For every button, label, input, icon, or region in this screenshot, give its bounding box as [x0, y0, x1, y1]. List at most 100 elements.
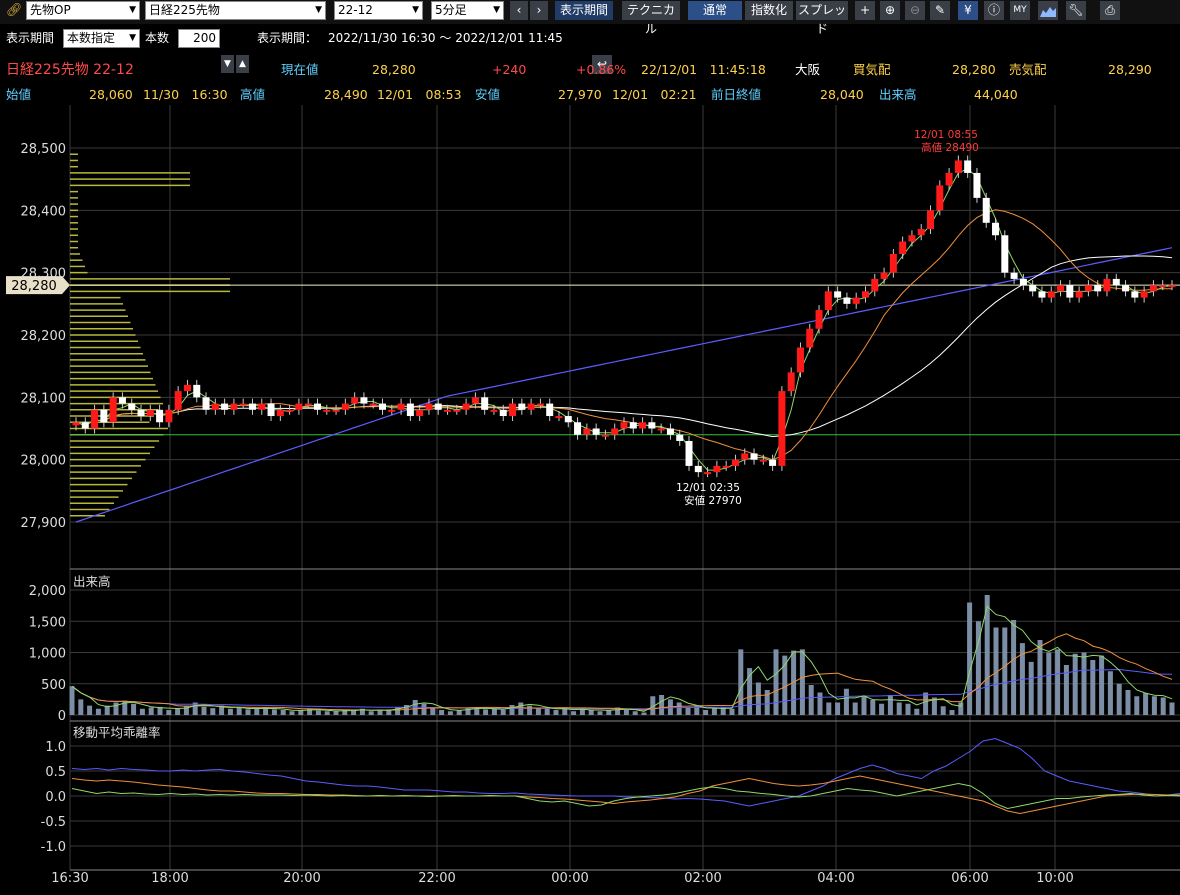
candle-body [889, 253, 897, 273]
candle-body [861, 291, 869, 298]
volume-bar [923, 692, 929, 715]
volume-bar [1099, 655, 1105, 715]
link-icon[interactable]: 🔗︎ [6, 3, 23, 18]
candle-body [267, 403, 275, 417]
volume-bar [835, 702, 841, 715]
yen-icon[interactable]: ¥ [958, 1, 978, 20]
candle-body [834, 291, 842, 298]
volume-bar [870, 700, 876, 715]
candle-body [871, 278, 879, 292]
volume-bar [623, 710, 629, 715]
candle-body [1075, 291, 1083, 298]
my-indicator-icon[interactable]: MY [1010, 1, 1030, 20]
candle-body [481, 397, 489, 410]
volume-bar [905, 703, 911, 715]
chevron-left-icon[interactable]: ‹ [510, 1, 528, 20]
candle-body [193, 384, 201, 398]
count-down-icon[interactable]: ▼ [221, 55, 234, 73]
candle-body [1001, 235, 1009, 273]
pencil-icon[interactable]: ✎ [930, 1, 950, 20]
zoom-in-icon[interactable]: ⊕ [880, 1, 900, 20]
candle-body [657, 428, 665, 431]
volume-bar [553, 710, 559, 715]
price-tick-label: 28,400 [21, 204, 67, 219]
candle-body [1140, 291, 1148, 298]
candle-body [527, 403, 535, 410]
volume-bar [333, 711, 339, 715]
contract-month-select[interactable]: 22-12 ▼ [334, 1, 423, 20]
volume-bar [95, 708, 101, 715]
count-label: 本数 [145, 31, 170, 45]
volume-bar [1143, 693, 1149, 715]
interval-select[interactable]: 5分足 ▼ [431, 1, 504, 20]
volume-bar [711, 708, 717, 715]
normal-button[interactable]: 通常 [688, 1, 742, 20]
candle-body [313, 403, 321, 410]
volume-bar [1028, 661, 1034, 715]
candle-body [815, 310, 823, 329]
volume-bar [201, 706, 207, 715]
candle-body [490, 409, 498, 412]
volume-bar [1107, 671, 1113, 715]
candle-body [787, 372, 795, 392]
chevron-right-icon[interactable]: › [530, 1, 548, 20]
range-label: 表示期間： [257, 31, 318, 45]
volume-tick-label: 0 [58, 709, 66, 724]
volume-bar [491, 708, 497, 715]
volume-bar [78, 699, 84, 715]
volume-bar [1072, 653, 1078, 715]
price-tick-label: 28,000 [21, 454, 67, 469]
instrument-select[interactable]: 日経225先物 ▼ [145, 1, 326, 20]
volume-bar [430, 707, 436, 715]
candle-body [1159, 285, 1167, 288]
period-mode-select[interactable]: 本数指定 ▼ [63, 29, 140, 48]
chart-area[interactable]: 28,280 28,50028,40028,30028,20028,10028,… [0, 100, 1180, 895]
volume-bar [659, 695, 665, 715]
range-value: 2022/11/30 16:30 ～ 2022/12/01 11:45 [328, 31, 563, 45]
candle-body [221, 403, 229, 410]
high-annotation-value: 高値 28490 [921, 141, 979, 154]
count-input[interactable]: 200 [178, 29, 220, 48]
volume-bar [1090, 660, 1096, 715]
deviation-panel-title: 移動平均乖離率 [73, 725, 161, 740]
volume-bar [439, 710, 445, 715]
candle-body [1094, 285, 1102, 292]
candle-body [954, 160, 962, 173]
price-tick-label: 28,300 [21, 267, 67, 282]
ask-value: 28,290 [1108, 62, 1152, 77]
ma-white-line [75, 255, 1173, 438]
count-stepper-icon[interactable]: ▲ [236, 55, 249, 73]
volume-tick-label: 1,000 [29, 647, 66, 662]
spread-button[interactable]: スプレッド [796, 1, 848, 36]
candle-body [1112, 278, 1120, 286]
quote-time: 22/12/01 11:45:18 [641, 62, 766, 77]
candle-body [323, 409, 331, 412]
volume-panel: 出来高 2,000 1,500 1,000 500 0 [29, 574, 1180, 724]
technical-button[interactable]: テクニカル [622, 1, 680, 36]
index-button[interactable]: 指数化 [745, 1, 793, 20]
zoom-out-icon[interactable]: ⊖ [905, 1, 925, 20]
crosshair-icon[interactable]: + [855, 1, 875, 20]
product-type-select[interactable]: 先物OP ▼ [26, 1, 140, 20]
volume-bar [808, 685, 814, 715]
mountain-chart-icon[interactable] [1038, 1, 1058, 20]
volume-bar [1116, 683, 1122, 715]
volume-bar [949, 710, 955, 715]
volume-bar [175, 708, 181, 715]
deviation-tick-label: -1.0 [41, 840, 66, 855]
volume-bar [236, 707, 242, 715]
candle-body [471, 397, 479, 404]
candle-body [1168, 285, 1176, 288]
period-button[interactable]: 表示期間 [555, 1, 613, 20]
info-icon[interactable]: ⓘ [984, 1, 1004, 20]
candle-body [1122, 285, 1130, 292]
candle-body [1057, 285, 1065, 292]
wrench-icon[interactable]: 🔧︎ [1066, 1, 1086, 20]
candle-body [100, 409, 108, 423]
candle-body [462, 403, 470, 410]
print-icon[interactable]: ⎙ [1100, 1, 1120, 20]
candle-body [536, 403, 544, 406]
candle-body [332, 409, 340, 412]
candle-body [379, 403, 387, 410]
candle-body [973, 172, 981, 198]
